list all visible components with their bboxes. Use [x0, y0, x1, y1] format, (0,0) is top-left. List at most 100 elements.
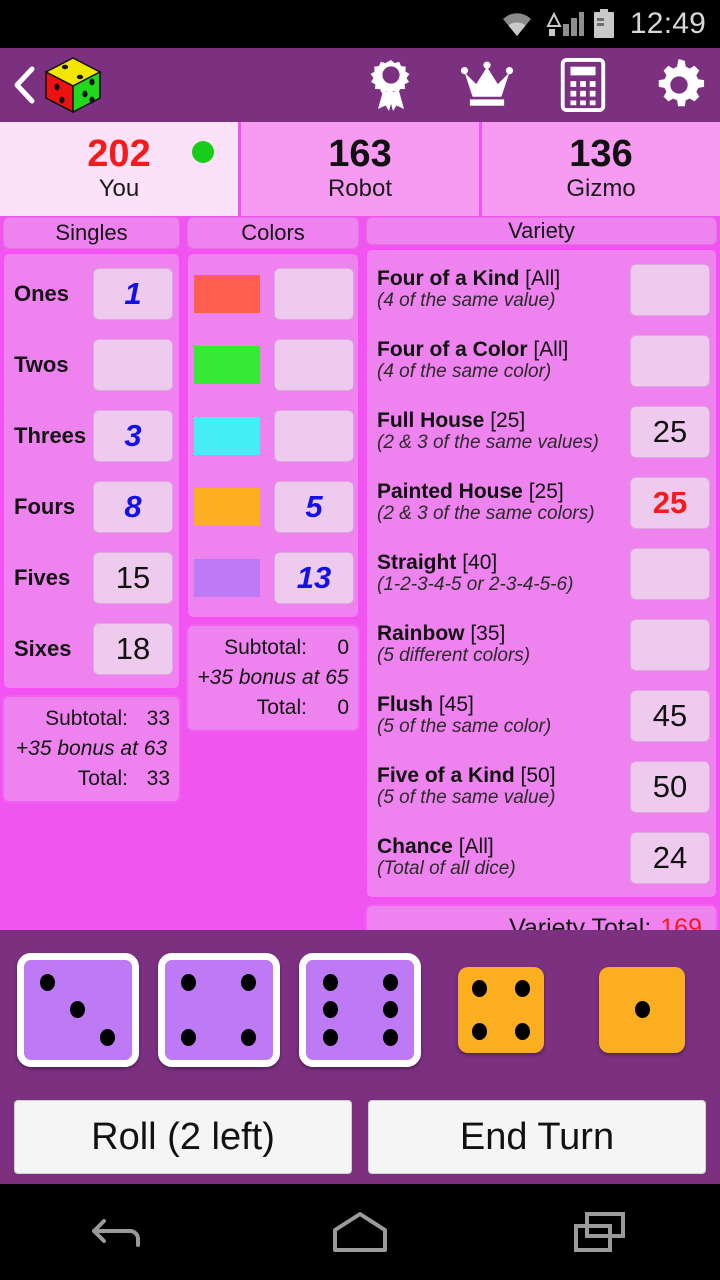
colors-row[interactable] — [194, 329, 354, 400]
singles-row[interactable]: Ones 1 — [10, 258, 173, 329]
variety-column: Variety Four of a Kind [All] (4 of the sa… — [364, 216, 719, 953]
die-1-value-3-held[interactable] — [16, 953, 139, 1067]
singles-total-value: 33 — [146, 766, 170, 790]
singles-score-box[interactable]: 15 — [93, 551, 173, 604]
die-slot[interactable] — [438, 967, 565, 1053]
variety-row[interactable]: Flush [45] (5 of the same color) 45 — [373, 680, 710, 751]
colors-row[interactable]: 13 — [194, 542, 354, 613]
die-pip — [634, 1001, 650, 1019]
variety-row[interactable]: Five of a Kind [50] (5 of the same value)… — [373, 751, 710, 822]
colors-header: Colors — [187, 217, 359, 249]
player-panel-robot[interactable]: 163 Robot — [241, 122, 479, 216]
die-slot[interactable] — [579, 967, 706, 1053]
variety-row-title: Flush [45] — [377, 693, 630, 717]
variety-row[interactable]: Four of a Kind [All] (4 of the same value… — [373, 254, 710, 325]
colors-row[interactable] — [194, 258, 354, 329]
variety-score-box[interactable]: 50 — [630, 760, 710, 813]
die-pip — [472, 1022, 488, 1040]
singles-total-label: Total: — [77, 766, 128, 790]
die-slot[interactable] — [14, 953, 141, 1067]
variety-score-box[interactable]: 45 — [630, 689, 710, 742]
nav-home-button[interactable] — [315, 1202, 405, 1262]
variety-row[interactable]: Painted House [25] (2 & 3 of the same col… — [373, 467, 710, 538]
roll-button[interactable]: Roll (2 left) — [14, 1100, 352, 1174]
variety-row-desc: (4 of the same color) — [377, 361, 552, 383]
back-chevron-icon[interactable] — [10, 65, 40, 105]
singles-bonus-text: +35 bonus at 63 — [15, 736, 168, 760]
variety-row-name: Rainbow — [377, 621, 465, 645]
award-icon[interactable] — [364, 58, 418, 112]
nav-back-button[interactable] — [75, 1202, 165, 1262]
variety-row-title: Four of a Color [All] — [377, 338, 630, 362]
singles-row[interactable]: Sixes 18 — [10, 613, 173, 684]
gear-icon[interactable] — [652, 58, 706, 112]
variety-row-desc: (2 & 3 of the same colors) — [377, 503, 595, 525]
singles-row-label: Sixes — [14, 635, 72, 661]
die-4-value-4[interactable] — [458, 967, 545, 1053]
colors-score-box[interactable]: 13 — [274, 551, 354, 604]
die-pip — [181, 974, 197, 992]
singles-column: Singles Ones 1 Twos Threes 3 Fours 8 Fives 15 Six… — [1, 216, 182, 930]
status-bar: 12:49 — [0, 0, 720, 48]
variety-score-box[interactable] — [630, 618, 710, 671]
die-slot[interactable] — [296, 953, 423, 1067]
singles-subtotal-row: Subtotal: 33 — [13, 704, 170, 734]
singles-row-label: Fours — [14, 493, 76, 519]
action-bar — [0, 48, 720, 122]
player-panel-you[interactable]: 202 You — [0, 122, 238, 216]
singles-row[interactable]: Fives 15 — [10, 542, 173, 613]
singles-row[interactable]: Fours 8 — [10, 471, 173, 542]
singles-score-box[interactable]: 1 — [93, 267, 173, 320]
variety-row-title: Full House [25] — [377, 409, 630, 433]
variety-score-box[interactable]: 25 — [630, 476, 710, 529]
colors-score-box[interactable]: 5 — [274, 480, 354, 533]
color-swatch-green — [194, 345, 260, 384]
calculator-icon[interactable] — [556, 58, 610, 112]
variety-score-box[interactable]: 24 — [630, 831, 710, 884]
singles-score-box[interactable] — [93, 338, 173, 391]
die-5-value-1[interactable] — [599, 967, 686, 1053]
nav-recents-button[interactable] — [555, 1202, 645, 1262]
variety-row[interactable]: Chance [All] (Total of all dice) 24 — [373, 822, 710, 893]
singles-score-box[interactable]: 8 — [93, 480, 173, 533]
singles-subtotal-value: 33 — [146, 707, 170, 730]
variety-row[interactable]: Four of a Color [All] (4 of the same colo… — [373, 325, 710, 396]
home-icon — [333, 1212, 387, 1252]
status-bar-clock: 12:49 — [629, 7, 706, 40]
variety-row[interactable]: Full House [25] (2 & 3 of the same values… — [373, 396, 710, 467]
colors-row[interactable]: 5 — [194, 471, 354, 542]
player-panel-gizmo[interactable]: 136 Gizmo — [482, 122, 720, 216]
end-turn-button[interactable]: End Turn — [368, 1100, 706, 1174]
singles-panel: Ones 1 Twos Threes 3 Fours 8 Fives 15 Sixes 18 — [2, 252, 181, 690]
variety-row-name: Flush — [377, 692, 433, 716]
colors-score-box[interactable] — [274, 267, 354, 320]
variety-row[interactable]: Rainbow [35] (5 different colors) — [373, 609, 710, 680]
colors-subtotal-row: Subtotal: 0 — [197, 633, 349, 663]
colors-row[interactable] — [194, 400, 354, 471]
variety-row-title: Painted House [25] — [377, 480, 630, 504]
die-slot[interactable] — [155, 953, 282, 1067]
crown-icon[interactable] — [460, 58, 514, 112]
variety-score-box[interactable] — [630, 263, 710, 316]
singles-row[interactable]: Threes 3 — [10, 400, 173, 471]
game-button-bar: Roll (2 left) End Turn — [0, 1090, 720, 1184]
variety-row-text: Four of a Kind [All] (4 of the same value… — [373, 267, 630, 313]
variety-score-box[interactable] — [630, 334, 710, 387]
singles-score-box[interactable]: 18 — [93, 622, 173, 675]
colors-score-box[interactable] — [274, 338, 354, 391]
color-swatch-cyan — [194, 416, 260, 455]
die-pip — [472, 980, 488, 998]
singles-row[interactable]: Twos — [10, 329, 173, 400]
die-3-value-6-held[interactable] — [299, 953, 421, 1067]
singles-subtotal-label: Subtotal: — [45, 707, 128, 730]
die-2-value-4-held[interactable] — [157, 953, 280, 1067]
variety-row-desc: (Total of all dice) — [377, 858, 516, 880]
dice-logo-icon[interactable] — [42, 56, 104, 114]
colors-score-box[interactable] — [274, 409, 354, 462]
variety-row[interactable]: Straight [40] (1-2-3-4-5 or 2-3-4-5-6) — [373, 538, 710, 609]
variety-score-box[interactable]: 25 — [630, 405, 710, 458]
singles-score-box[interactable]: 3 — [93, 409, 173, 462]
variety-row-title: Straight [40] — [377, 551, 630, 575]
singles-row-label: Fives — [14, 564, 71, 590]
variety-score-box[interactable] — [630, 547, 710, 600]
